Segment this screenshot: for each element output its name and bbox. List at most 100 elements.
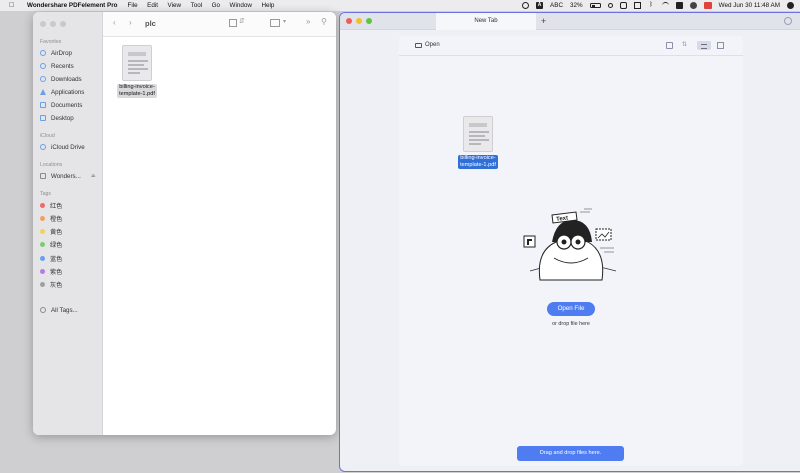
list-view-icon[interactable] [697,41,711,50]
menu-help[interactable]: Help [261,2,274,9]
close-button[interactable] [40,21,46,27]
input-source-label[interactable]: ABC [550,2,563,9]
sidebar-item-tag[interactable]: 红色 [40,200,62,210]
window-controls [346,18,372,24]
trash-icon[interactable] [666,42,673,49]
minimize-button[interactable] [50,21,56,27]
apple-menu-icon[interactable]:  [9,2,19,9]
tags-header: Tags [40,191,51,197]
file-name-label: billing-invoice- template-1.pdf [458,155,498,169]
sidebar-item-label: 灰色 [50,282,63,290]
control-center-icon[interactable] [619,2,627,9]
tag-color-dot-icon [40,215,45,221]
sidebar-item-documents[interactable]: Documents [40,100,82,110]
desktop-icon [40,115,46,121]
sidebar-item-icloud-drive[interactable]: iCloud Drive [40,142,85,152]
sidebar-item-tag[interactable]: 橙色 [40,213,62,223]
search-icon[interactable]: ⚲ [321,17,327,26]
icloud-header: iCloud [40,133,55,139]
more-toolbar-icon[interactable]: » [306,17,310,26]
minimize-button[interactable] [356,18,362,24]
file-name-line1: billing-invoice- [460,155,496,161]
eject-icon[interactable]: ⏏ [91,173,96,179]
menu-window[interactable]: Window [230,2,252,9]
sidebar-item-label: Wonders... [51,172,81,180]
account-icon[interactable] [784,17,792,25]
sidebar-item-label: 黄色 [50,229,63,237]
document-icon [40,102,46,108]
pdfelement-status-icon[interactable] [703,2,712,9]
menu-edit[interactable]: Edit [147,2,158,9]
file-name-label: billing-invoice- template-1.pdf [117,84,157,98]
battery-icon[interactable] [589,3,601,8]
pdfelement-window: New Tab + Open ⇅ billing-invoice- templa… [339,12,800,472]
sidebar-item-tag[interactable]: 蓝色 [40,253,62,263]
sort-icon[interactable]: ⇅ [682,42,689,49]
tag-color-dot-icon [40,269,45,274]
clock[interactable]: Wed Jun 30 11:48 AM [719,2,780,9]
pdf-titlebar: New Tab + [340,13,800,30]
window-controls [40,21,66,27]
tag-color-dot-icon [40,282,45,288]
group-icon[interactable] [270,19,280,27]
zoom-button[interactable] [366,18,372,24]
sidebar-item-label: Downloads [51,75,82,83]
sidebar-item-tag[interactable]: 绿色 [40,240,62,250]
sidebar-item-recents[interactable]: Recents [40,61,74,71]
tag-color-dot-icon [40,255,45,261]
app-menu[interactable]: Wondershare PDFelement Pro [27,2,118,9]
search-icon[interactable] [607,3,613,8]
sidebar-item-label: AirDrop [51,49,72,57]
sidebar-item-applications[interactable]: Applications [40,87,84,97]
finder-file-item[interactable]: billing-invoice- template-1.pdf [114,45,160,100]
zoom-button[interactable] [60,21,66,27]
notification-center-icon[interactable] [787,2,794,9]
input-source-icon[interactable]: A [536,2,544,9]
sidebar-item-wondershare-volume[interactable]: Wonders... ⏏ [40,171,96,181]
menu-go[interactable]: Go [212,2,220,9]
battery-percent[interactable]: 32% [570,2,583,9]
add-tab-icon[interactable]: + [541,16,546,26]
sidebar-item-label: All Tags... [51,306,78,314]
icon-view-icon[interactable] [229,19,237,27]
menu-view[interactable]: View [168,2,182,9]
wifi-icon[interactable] [661,2,669,9]
disk-icon [40,173,46,179]
sidebar-item-all-tags[interactable]: All Tags... [40,305,78,315]
siri-icon[interactable] [689,2,697,9]
tag-color-dot-icon [40,242,45,248]
sidebar-item-tag[interactable]: 紫色 [40,267,62,277]
grid-view-icon[interactable] [717,42,724,49]
finder-sidebar: Favorites AirDrop Recents Downloads Appl… [33,12,103,435]
pdf-file-icon [463,116,493,152]
home-panel: Open ⇅ billing-invoice- template-1.pdf T… [399,36,743,466]
screen-mirroring-icon[interactable] [633,2,641,9]
sidebar-item-tag[interactable]: 黄色 [40,227,62,237]
user-switch-icon[interactable] [675,2,683,9]
sidebar-item-downloads[interactable]: Downloads [40,74,82,84]
favorites-header: Favorites [40,39,62,45]
sidebar-item-label: 橙色 [50,215,63,223]
open-button[interactable]: Open [415,42,440,48]
brightness-icon[interactable] [522,2,530,9]
back-chevron-icon[interactable]: ‹ [113,18,116,27]
menu-tool[interactable]: Tool [191,2,203,9]
view-options-chevron-icon[interactable]: ⇵ [239,17,245,25]
folder-icon [415,42,422,48]
open-label: Open [425,42,440,48]
tab-new-tab[interactable]: New Tab [436,13,536,30]
sidebar-item-tag[interactable]: 灰色 [40,280,62,290]
open-file-button[interactable]: Open File [547,302,595,316]
group-chevron-down-icon[interactable]: ▾ [283,18,286,25]
pdf-file-item[interactable]: billing-invoice- template-1.pdf [455,116,501,171]
forward-chevron-icon[interactable]: › [129,18,132,27]
finder-toolbar: ‹ › plc ⇵ ▾ » ⚲ [103,12,336,37]
menu-file[interactable]: File [128,2,138,9]
sidebar-item-label: Applications [51,88,85,96]
sidebar-item-airdrop[interactable]: AirDrop [40,48,72,58]
drag-drop-bar[interactable]: Drag and drop files here. [517,446,624,461]
bluetooth-icon[interactable]: ᛒ [648,2,655,9]
close-button[interactable] [346,18,352,24]
sidebar-item-desktop[interactable]: Desktop [40,113,74,123]
sidebar-item-label: 蓝色 [50,255,63,263]
